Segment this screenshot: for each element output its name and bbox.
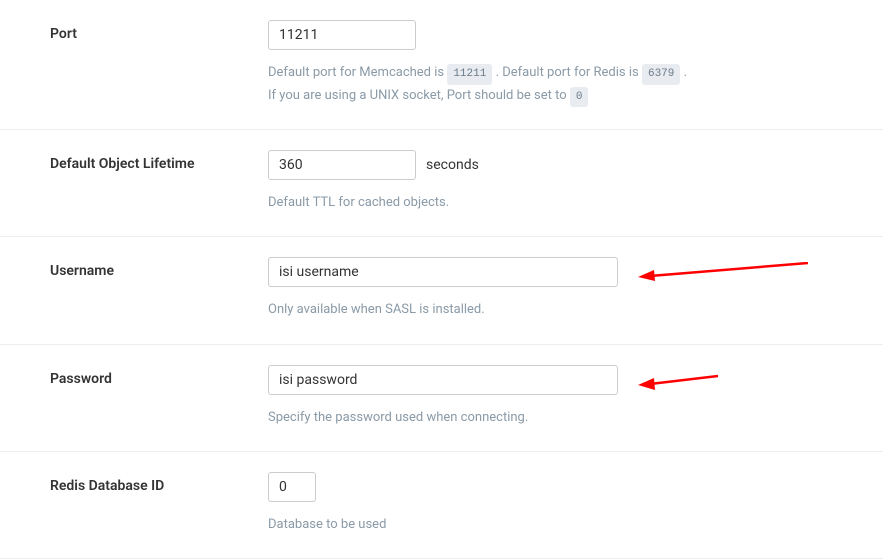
- port-help-text2: . Default port for Redis is: [496, 65, 642, 80]
- password-content: Specify the password used when connectin…: [268, 365, 853, 429]
- row-username: Username Only available when SASL is ins…: [0, 237, 883, 344]
- lifetime-content: seconds Default TTL for cached objects.: [268, 150, 853, 214]
- username-help: Only available when SASL is installed.: [268, 299, 853, 321]
- row-lifetime: Default Object Lifetime seconds Default …: [0, 130, 883, 237]
- port-redis-chip: 6379: [642, 64, 680, 85]
- redis-db-help: Database to be used: [268, 514, 853, 536]
- lifetime-label: Default Object Lifetime: [50, 150, 268, 172]
- port-unix-chip: 0: [570, 87, 589, 108]
- lifetime-input-line: seconds: [268, 150, 853, 180]
- username-label: Username: [50, 257, 268, 279]
- redis-db-input-line: [268, 472, 853, 502]
- port-memcached-chip: 11211: [447, 64, 492, 85]
- row-redis-db: Redis Database ID Database to be used: [0, 452, 883, 559]
- lifetime-unit: seconds: [426, 157, 479, 173]
- password-arrow-annotation: [638, 372, 718, 392]
- password-label: Password: [50, 365, 268, 387]
- port-label: Port: [50, 20, 268, 42]
- username-arrow-annotation: [638, 262, 808, 282]
- port-help-text3: .: [684, 65, 687, 80]
- row-password: Password Specify the password used when …: [0, 345, 883, 452]
- port-help-text1: Default port for Memcached is: [268, 65, 447, 80]
- settings-form: Port Default port for Memcached is 11211…: [0, 0, 883, 559]
- password-help: Specify the password used when connectin…: [268, 407, 853, 429]
- row-port: Port Default port for Memcached is 11211…: [0, 0, 883, 130]
- lifetime-help: Default TTL for cached objects.: [268, 192, 853, 214]
- username-input[interactable]: [268, 257, 618, 287]
- port-help: Default port for Memcached is 11211 . De…: [268, 62, 853, 107]
- port-input[interactable]: [268, 20, 416, 50]
- port-content: Default port for Memcached is 11211 . De…: [268, 20, 853, 107]
- redis-db-label: Redis Database ID: [50, 472, 268, 494]
- username-content: Only available when SASL is installed.: [268, 257, 853, 321]
- redis-db-input[interactable]: [268, 472, 316, 502]
- port-help-text4: If you are using a UNIX socket, Port sho…: [268, 88, 570, 103]
- password-input[interactable]: [268, 365, 618, 395]
- password-input-line: [268, 365, 853, 395]
- lifetime-input[interactable]: [268, 150, 416, 180]
- redis-db-content: Database to be used: [268, 472, 853, 536]
- port-input-line: [268, 20, 853, 50]
